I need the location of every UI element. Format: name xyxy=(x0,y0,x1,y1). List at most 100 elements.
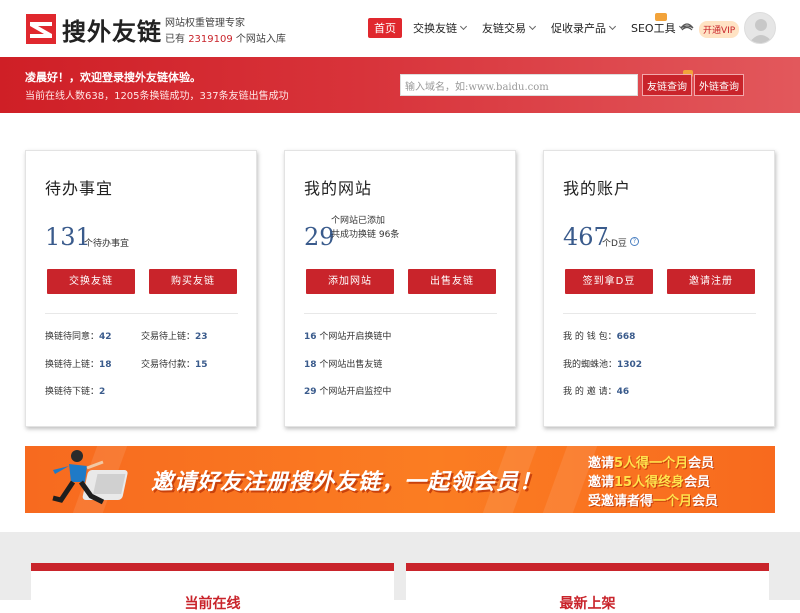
help-icon[interactable]: ? xyxy=(630,237,639,246)
welcome-banner: 凌晨好！，欢迎登录搜外友链体验。 当前在线人数638，1205条换链成功，337… xyxy=(0,57,800,113)
card-title: 我的网站 xyxy=(304,179,373,198)
promo-highlight: 一个月 xyxy=(649,456,689,471)
promo-highlight: 5人得 xyxy=(614,456,650,471)
site-count: 已有 2319109 个网站入库 xyxy=(165,30,286,45)
panel-title: 当前在线 xyxy=(184,596,241,612)
promo-line-2: 邀请15人得终身会员 xyxy=(588,471,710,490)
brand-name[interactable]: 搜外友链 xyxy=(62,12,162,47)
buy-links-button[interactable]: 购买友链 xyxy=(149,269,237,294)
greeting-text: 凌晨好！，欢迎登录搜外友链体验。 xyxy=(25,71,201,84)
nav-link-trade[interactable]: 友链交易 xyxy=(482,20,537,36)
user-icon xyxy=(749,19,773,43)
nav-exchange-links-label: 交换友链 xyxy=(413,22,457,35)
panel-title: 最新上架 xyxy=(559,596,616,612)
stat-value: 1302 xyxy=(617,360,643,370)
friend-link-query-button[interactable]: 友链查询 xyxy=(642,74,692,96)
promo-text: 邀请 xyxy=(588,475,615,490)
online-now-panel: 当前在线 xyxy=(31,563,394,612)
stat-value: 29 xyxy=(304,387,317,397)
stat-item[interactable]: 交易待付款：15 xyxy=(141,357,208,370)
stat-label: 个网站开启监控中 xyxy=(316,387,392,397)
promo-line-3: 受邀请者得一个月会员 xyxy=(588,490,718,509)
promo-headline: 邀请好友注册搜外友链，一起领会员！ xyxy=(151,470,543,495)
stat-label: 交易待付款： xyxy=(141,360,196,370)
promo-line-1: 邀请5人得一个月会员 xyxy=(588,452,714,471)
stat-item[interactable]: 18 个网站出售友链 xyxy=(304,357,382,370)
stat-value: 16 xyxy=(304,332,317,342)
promo-highlight: 15人得 xyxy=(614,475,659,490)
wing-icon[interactable] xyxy=(680,22,694,34)
exchange-links-button[interactable]: 交换友链 xyxy=(47,269,135,294)
stat-value: 668 xyxy=(616,332,636,342)
runner-icon xyxy=(52,450,128,505)
card-title: 我的账户 xyxy=(563,179,632,198)
d-bean-caption: 个D豆 xyxy=(602,239,627,249)
stat-value: 18 xyxy=(99,360,112,370)
divider xyxy=(45,313,238,314)
add-site-button[interactable]: 添加网站 xyxy=(306,269,394,294)
stat-label: 我的蜘蛛池： xyxy=(563,360,618,370)
invite-register-button[interactable]: 邀请注册 xyxy=(667,269,755,294)
avatar[interactable] xyxy=(744,12,776,44)
chevron-down-icon xyxy=(528,22,537,31)
exchanges-caption: 共成功换链 96条 xyxy=(331,230,400,240)
checkin-button[interactable]: 签到拿D豆 xyxy=(565,269,653,294)
stat-value: 42 xyxy=(99,332,112,342)
stat-item[interactable]: 交易待上链：23 xyxy=(141,329,208,342)
vip-button[interactable]: 开通VIP xyxy=(699,21,740,38)
stat-label: 我 的 钱 包： xyxy=(563,332,617,342)
promo-text: 会员 xyxy=(688,456,715,471)
site-count: 29 xyxy=(304,223,335,251)
my-sites-card: 我的网站 29 个网站已添加 共成功换链 96条 添加网站 出售友链 16 个网… xyxy=(284,150,516,427)
divider xyxy=(563,313,756,314)
main-nav: 首页 交换友链 友链交易 促收录产品 SEO工具 xyxy=(368,13,701,38)
promo-text: 邀请 xyxy=(588,456,615,471)
nav-exchange-links[interactable]: 交换友链 xyxy=(413,20,468,36)
stat-label: 个网站开启换链中 xyxy=(316,332,392,342)
outer-link-query-button[interactable]: 外链查询 xyxy=(694,74,744,96)
invite-promo-banner[interactable]: 邀请好友注册搜外友链，一起领会员！ 邀请5人得一个月会员 邀请15人得终身会员 … xyxy=(25,446,775,513)
sites-added-caption: 个网站已添加 xyxy=(331,216,386,226)
stat-item[interactable]: 换链待上链：18 xyxy=(45,357,112,370)
nav-seo-tools[interactable]: SEO工具 xyxy=(631,20,686,36)
stat-item[interactable]: 换链待下链：2 xyxy=(45,384,105,397)
sell-links-button[interactable]: 出售友链 xyxy=(408,269,496,294)
stat-label: 个网站出售友链 xyxy=(316,360,383,370)
new-listings-panel: 最新上架 xyxy=(406,563,769,612)
site-count-prefix: 已有 xyxy=(165,34,185,45)
nav-seo-tools-label: SEO工具 xyxy=(631,22,676,35)
stat-item[interactable]: 16 个网站开启换链中 xyxy=(304,329,391,342)
stat-item[interactable]: 换链待同意：42 xyxy=(45,329,112,342)
todo-card: 待办事宜 131 个待办事宜 交换友链 购买友链 换链待同意：42 交易待上链：… xyxy=(25,150,257,427)
nav-indexing-products-label: 促收录产品 xyxy=(551,22,606,35)
stat-item[interactable]: 我的蜘蛛池：1302 xyxy=(563,357,642,370)
stat-value: 18 xyxy=(304,360,317,370)
top-header: 搜外友链 网站权重管理专家 已有 2319109 个网站入库 首页 交换友链 友… xyxy=(0,0,800,57)
card-title: 待办事宜 xyxy=(45,179,114,198)
domain-search-input[interactable]: 输入域名，如:www.baidu.com xyxy=(400,74,638,96)
divider xyxy=(304,313,497,314)
nav-link-trade-label: 友链交易 xyxy=(482,22,526,35)
promo-highlight: 终身 xyxy=(658,475,685,490)
stat-value: 23 xyxy=(195,332,208,342)
stat-item[interactable]: 29 个网站开启监控中 xyxy=(304,384,391,397)
stat-value: 46 xyxy=(616,387,630,397)
tagline: 网站权重管理专家 xyxy=(165,18,245,29)
todo-caption: 个待办事宜 xyxy=(84,239,130,249)
online-stats: 当前在线人数638，1205条换链成功，337条友链出售成功 xyxy=(25,91,289,102)
stat-label: 我 的 邀 请： xyxy=(563,387,617,397)
promo-text: 会员 xyxy=(692,494,719,509)
nav-home[interactable]: 首页 xyxy=(368,18,402,38)
nav-indexing-products[interactable]: 促收录产品 xyxy=(551,20,617,36)
stat-item[interactable]: 我 的 邀 请：46 xyxy=(563,384,629,397)
hot-badge-icon xyxy=(655,13,667,21)
promo-text: 会员 xyxy=(684,475,711,490)
logo-icon[interactable] xyxy=(26,14,56,44)
stat-label: 换链待下链： xyxy=(45,387,100,397)
site-count-suffix: 个网站入库 xyxy=(235,34,286,45)
stat-value: 15 xyxy=(195,360,208,370)
stat-item[interactable]: 我 的 钱 包：668 xyxy=(563,329,635,342)
promo-highlight: 一个月 xyxy=(653,494,693,509)
my-account-card: 我的账户 467 个D豆 ? 签到拿D豆 邀请注册 我 的 钱 包：668 我的… xyxy=(543,150,775,427)
stat-label: 换链待上链： xyxy=(45,360,100,370)
